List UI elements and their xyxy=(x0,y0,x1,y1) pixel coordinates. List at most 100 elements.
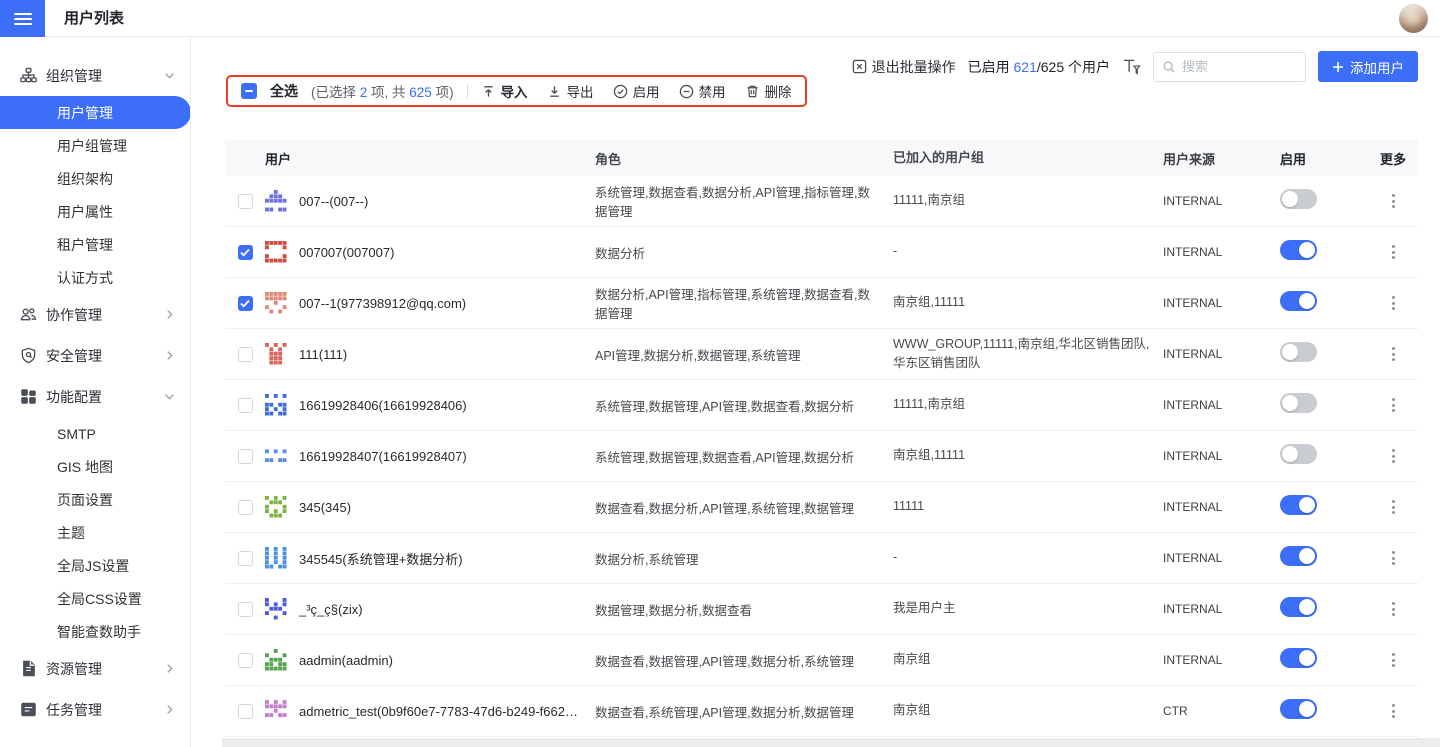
table-row: 16619928406(16619928406) 系统管理,数据管理,API管理… xyxy=(225,380,1418,431)
sidebar-item[interactable]: 用户管理 xyxy=(0,96,191,129)
user-groups: 南京组 xyxy=(893,701,1163,720)
enable-toggle[interactable] xyxy=(1280,291,1317,311)
user-groups: 我是用户主 xyxy=(893,599,1163,618)
sidebar-group-label: 安全管理 xyxy=(46,346,163,366)
sidebar-item[interactable]: 用户属性 xyxy=(0,195,190,228)
horizontal-scrollbar-track[interactable] xyxy=(222,738,1440,747)
row-checkbox[interactable] xyxy=(238,296,253,311)
enable-toggle[interactable] xyxy=(1280,495,1317,515)
more-menu-icon[interactable] xyxy=(1388,649,1399,671)
sidebar-group-item[interactable]: 协作管理 xyxy=(0,294,190,335)
row-checkbox[interactable] xyxy=(238,704,253,719)
enable-toggle[interactable] xyxy=(1280,699,1317,719)
user-roles: 数据查看,系统管理,API管理,数据分析,数据管理 xyxy=(595,702,893,721)
shield-icon xyxy=(20,347,37,364)
sidebar-group-item[interactable]: 资源管理 xyxy=(0,648,190,689)
search-input[interactable] xyxy=(1182,59,1297,74)
user-pixel-avatar xyxy=(265,445,287,467)
more-menu-icon[interactable] xyxy=(1388,343,1399,365)
import-icon xyxy=(481,84,496,99)
enable-toggle[interactable] xyxy=(1280,342,1317,362)
filter-icon[interactable] xyxy=(1122,58,1141,76)
user-roles: 数据查看,数据分析,API管理,系统管理,数据管理 xyxy=(595,498,893,517)
search-icon xyxy=(1162,60,1176,74)
user-source: INTERNAL xyxy=(1163,551,1280,565)
disable-circle-icon xyxy=(679,84,694,99)
row-checkbox[interactable] xyxy=(238,398,253,413)
enable-toggle[interactable] xyxy=(1280,444,1317,464)
enabled-count-suffix: /625 个用户 xyxy=(1037,59,1110,75)
enable-toggle[interactable] xyxy=(1280,393,1317,413)
user-name[interactable]: admetric_test(0b9f60e7-7783-47d6-b249-f6… xyxy=(299,704,583,719)
more-menu-icon[interactable] xyxy=(1388,598,1399,620)
user-name[interactable]: 345(345) xyxy=(299,500,351,515)
sidebar-group-item[interactable]: 任务管理 xyxy=(0,689,190,730)
sidebar-item[interactable]: 全局JS设置 xyxy=(0,549,190,582)
table-row: 007--(007--) 系统管理,数据查看,数据分析,API管理,指标管理,数… xyxy=(225,176,1418,227)
user-source: INTERNAL xyxy=(1163,347,1280,361)
row-checkbox[interactable] xyxy=(238,602,253,617)
chevron-right-icon xyxy=(163,703,176,716)
sidebar-item[interactable]: 组织架构 xyxy=(0,162,190,195)
table-row: 007007(007007) 数据分析 - INTERNAL xyxy=(225,227,1418,278)
user-table: 用户 角色 已加入的用户组 用户来源 启用 更多 007--(007--) 系统… xyxy=(225,140,1418,737)
row-checkbox[interactable] xyxy=(238,500,253,515)
account-avatar[interactable] xyxy=(1399,4,1428,33)
header-more: 更多 xyxy=(1368,149,1418,168)
enable-toggle[interactable] xyxy=(1280,597,1317,617)
more-menu-icon[interactable] xyxy=(1388,700,1399,722)
sidebar-item[interactable]: GIS 地图 xyxy=(0,450,190,483)
more-menu-icon[interactable] xyxy=(1388,241,1399,263)
enable-toggle[interactable] xyxy=(1280,648,1317,668)
add-user-button[interactable]: 添加用户 xyxy=(1318,51,1418,82)
more-menu-icon[interactable] xyxy=(1388,394,1399,416)
batch-action-button[interactable]: 导入 xyxy=(481,81,528,101)
selection-summary-part: (已选择 xyxy=(311,85,360,100)
sidebar-group-item[interactable]: 安全管理 xyxy=(0,335,190,376)
sidebar-item[interactable]: SMTP xyxy=(0,417,190,450)
row-checkbox[interactable] xyxy=(238,551,253,566)
user-name[interactable]: _³ç_ç§(zix) xyxy=(299,602,363,617)
user-roles: 数据分析,系统管理 xyxy=(595,549,893,568)
user-name[interactable]: 007007(007007) xyxy=(299,245,394,260)
user-name[interactable]: 111(111) xyxy=(299,347,347,362)
row-checkbox[interactable] xyxy=(238,449,253,464)
sidebar-item[interactable]: 页面设置 xyxy=(0,483,190,516)
batch-action-button[interactable]: 删除 xyxy=(745,81,792,101)
more-menu-icon[interactable] xyxy=(1388,547,1399,569)
hamburger-menu-button[interactable] xyxy=(0,0,45,37)
sidebar-item[interactable]: 智能查数助手 xyxy=(0,615,190,648)
row-checkbox[interactable] xyxy=(238,347,253,362)
user-name[interactable]: 007--1(977398912@qq.com) xyxy=(299,296,466,311)
user-name[interactable]: 16619928406(16619928406) xyxy=(299,398,467,413)
more-menu-icon[interactable] xyxy=(1388,190,1399,212)
enable-toggle[interactable] xyxy=(1280,240,1317,260)
row-checkbox[interactable] xyxy=(238,245,253,260)
sidebar-group-item[interactable]: 功能配置 xyxy=(0,376,190,417)
sidebar-item-label: 用户组管理 xyxy=(57,136,127,156)
sidebar-item[interactable]: 认证方式 xyxy=(0,261,190,294)
user-name[interactable]: aadmin(aadmin) xyxy=(299,653,393,668)
more-menu-icon[interactable] xyxy=(1388,445,1399,467)
sidebar-item[interactable]: 租户管理 xyxy=(0,228,190,261)
user-name[interactable]: 16619928407(16619928407) xyxy=(299,449,467,464)
batch-action-button[interactable]: 导出 xyxy=(547,81,594,101)
user-name[interactable]: 007--(007--) xyxy=(299,194,368,209)
utility-row: 退出批量操作 已启用 621/625 个用户 添加用户 xyxy=(852,51,1418,82)
more-menu-icon[interactable] xyxy=(1388,292,1399,314)
row-checkbox[interactable] xyxy=(238,653,253,668)
more-menu-icon[interactable] xyxy=(1388,496,1399,518)
batch-action-button[interactable]: 启用 xyxy=(613,81,660,101)
enable-toggle[interactable] xyxy=(1280,546,1317,566)
user-name[interactable]: 345545(系统管理+数据分析) xyxy=(299,549,463,568)
exit-batch-button[interactable]: 退出批量操作 xyxy=(852,57,956,77)
sidebar-item[interactable]: 用户组管理 xyxy=(0,129,190,162)
row-checkbox[interactable] xyxy=(238,194,253,209)
sidebar-item[interactable]: 主题 xyxy=(0,516,190,549)
sidebar-item[interactable]: 全局CSS设置 xyxy=(0,582,190,615)
select-all-checkbox[interactable] xyxy=(241,83,257,99)
batch-action-button[interactable]: 禁用 xyxy=(679,81,726,101)
enable-toggle[interactable] xyxy=(1280,189,1317,209)
select-all-label[interactable]: 全选 xyxy=(270,81,298,101)
sidebar-group-item[interactable]: 组织管理 xyxy=(0,55,190,96)
